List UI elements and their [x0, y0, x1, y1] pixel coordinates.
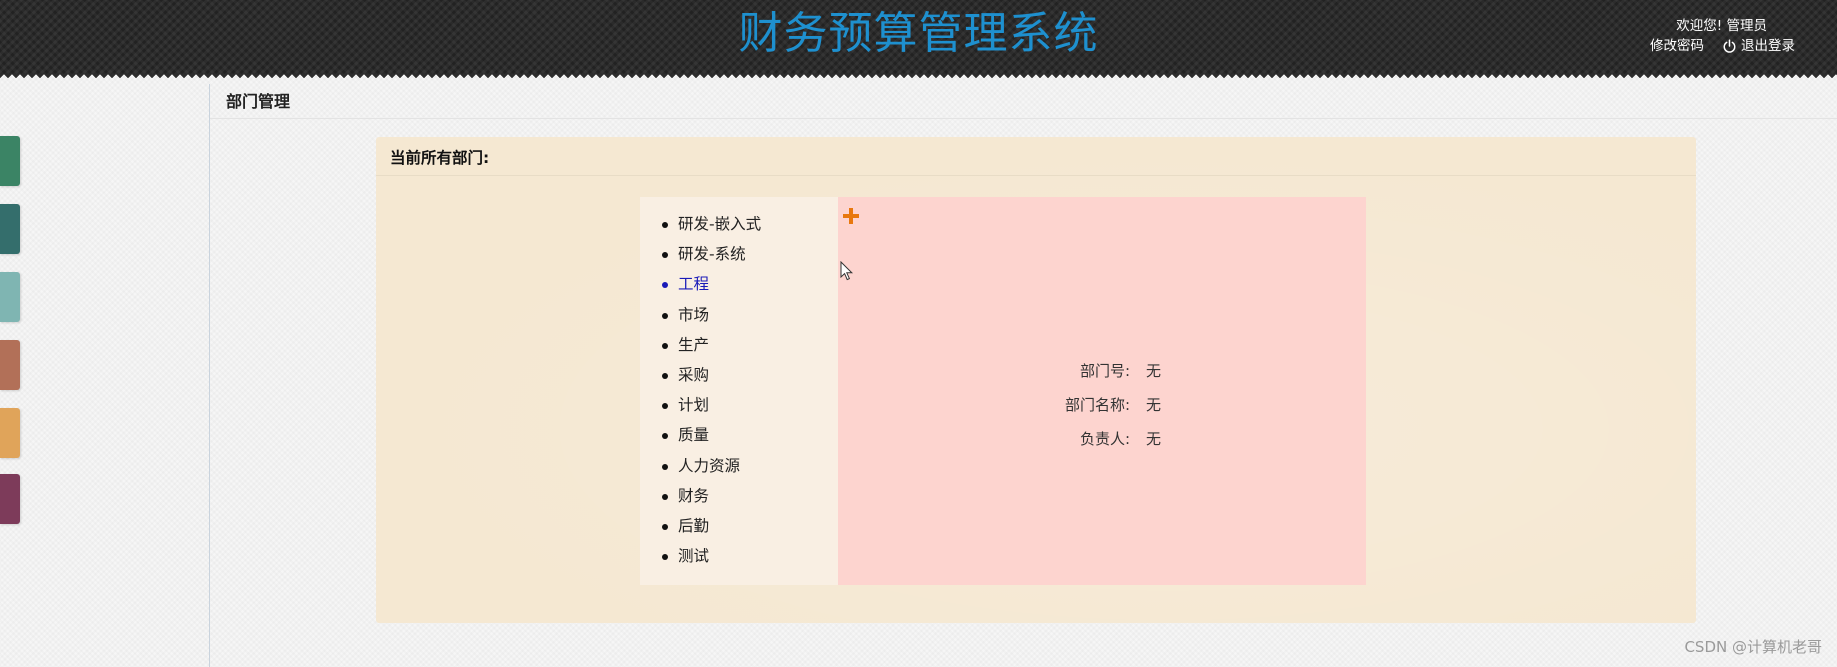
- breadcrumb: 部门管理: [210, 84, 1837, 119]
- department-detail: 部门号: 无 部门名称: 无 负责人: 无: [838, 197, 1366, 585]
- dept-no-label: 部门号:: [1079, 362, 1130, 380]
- department-info: 部门号: 无 部门名称: 无 负责人: 无: [1018, 354, 1248, 456]
- nav-tab-4[interactable]: [0, 340, 20, 390]
- watermark: CSDN @计算机老哥: [1684, 638, 1822, 656]
- nav-tab-5[interactable]: [0, 408, 20, 458]
- top-header: 财务预算管理系统 欢迎您! 管理员 修改密码 退出登录: [0, 0, 1837, 74]
- department-item[interactable]: 质量: [640, 420, 838, 450]
- logout-label: 退出登录: [1741, 38, 1795, 54]
- department-item[interactable]: 研发-嵌入式: [640, 209, 838, 239]
- mouse-cursor-icon: [840, 261, 854, 281]
- department-list: 研发-嵌入式 研发-系统 工程 市场 生产 采购 计划 质量 人力资源 财务 后…: [640, 197, 838, 585]
- dept-no-value: 无: [1146, 362, 1162, 380]
- power-icon: [1723, 38, 1736, 53]
- user-box: 欢迎您! 管理员 修改密码 退出登录: [1595, 16, 1795, 56]
- dept-name-label: 部门名称:: [1064, 396, 1130, 414]
- department-panel: 当前所有部门: 研发-嵌入式 研发-系统 工程 市场 生产 采购 计划 质量 人…: [376, 137, 1696, 623]
- manager-value: 无: [1146, 430, 1162, 448]
- department-item[interactable]: 测试: [640, 541, 838, 571]
- department-item[interactable]: 市场: [640, 300, 838, 330]
- nav-tab-1[interactable]: [0, 136, 20, 186]
- manager-label: 负责人:: [1079, 430, 1130, 448]
- info-row-dept-no: 部门号: 无: [1018, 354, 1248, 388]
- nav-tab-2[interactable]: [0, 204, 20, 254]
- department-item[interactable]: 后勤: [640, 511, 838, 541]
- dept-name-value: 无: [1146, 396, 1162, 414]
- app-title: 财务预算管理系统: [738, 8, 1099, 59]
- sidebar-divider: [209, 84, 210, 667]
- nav-tab-3[interactable]: [0, 272, 20, 322]
- info-row-manager: 负责人: 无: [1018, 422, 1248, 456]
- page-title: 部门管理: [226, 92, 291, 111]
- welcome-text: 欢迎您! 管理员: [1676, 18, 1767, 34]
- logout-link[interactable]: 退出登录: [1722, 36, 1795, 56]
- header-edge: [0, 74, 1837, 80]
- nav-tab-6[interactable]: [0, 474, 20, 524]
- department-item-active[interactable]: 工程: [640, 269, 838, 299]
- department-item[interactable]: 研发-系统: [640, 239, 838, 269]
- panel-title: 当前所有部门:: [390, 149, 490, 167]
- department-item[interactable]: 人力资源: [640, 451, 838, 481]
- department-item[interactable]: 财务: [640, 481, 838, 511]
- department-item[interactable]: 计划: [640, 390, 838, 420]
- add-department-button[interactable]: [838, 203, 864, 229]
- panel-header: 当前所有部门:: [376, 137, 1696, 176]
- department-item[interactable]: 生产: [640, 330, 838, 360]
- change-password-link[interactable]: 修改密码: [1650, 36, 1704, 56]
- department-item[interactable]: 采购: [640, 360, 838, 390]
- info-row-dept-name: 部门名称: 无: [1018, 388, 1248, 422]
- user-actions: 修改密码 退出登录: [1595, 36, 1795, 56]
